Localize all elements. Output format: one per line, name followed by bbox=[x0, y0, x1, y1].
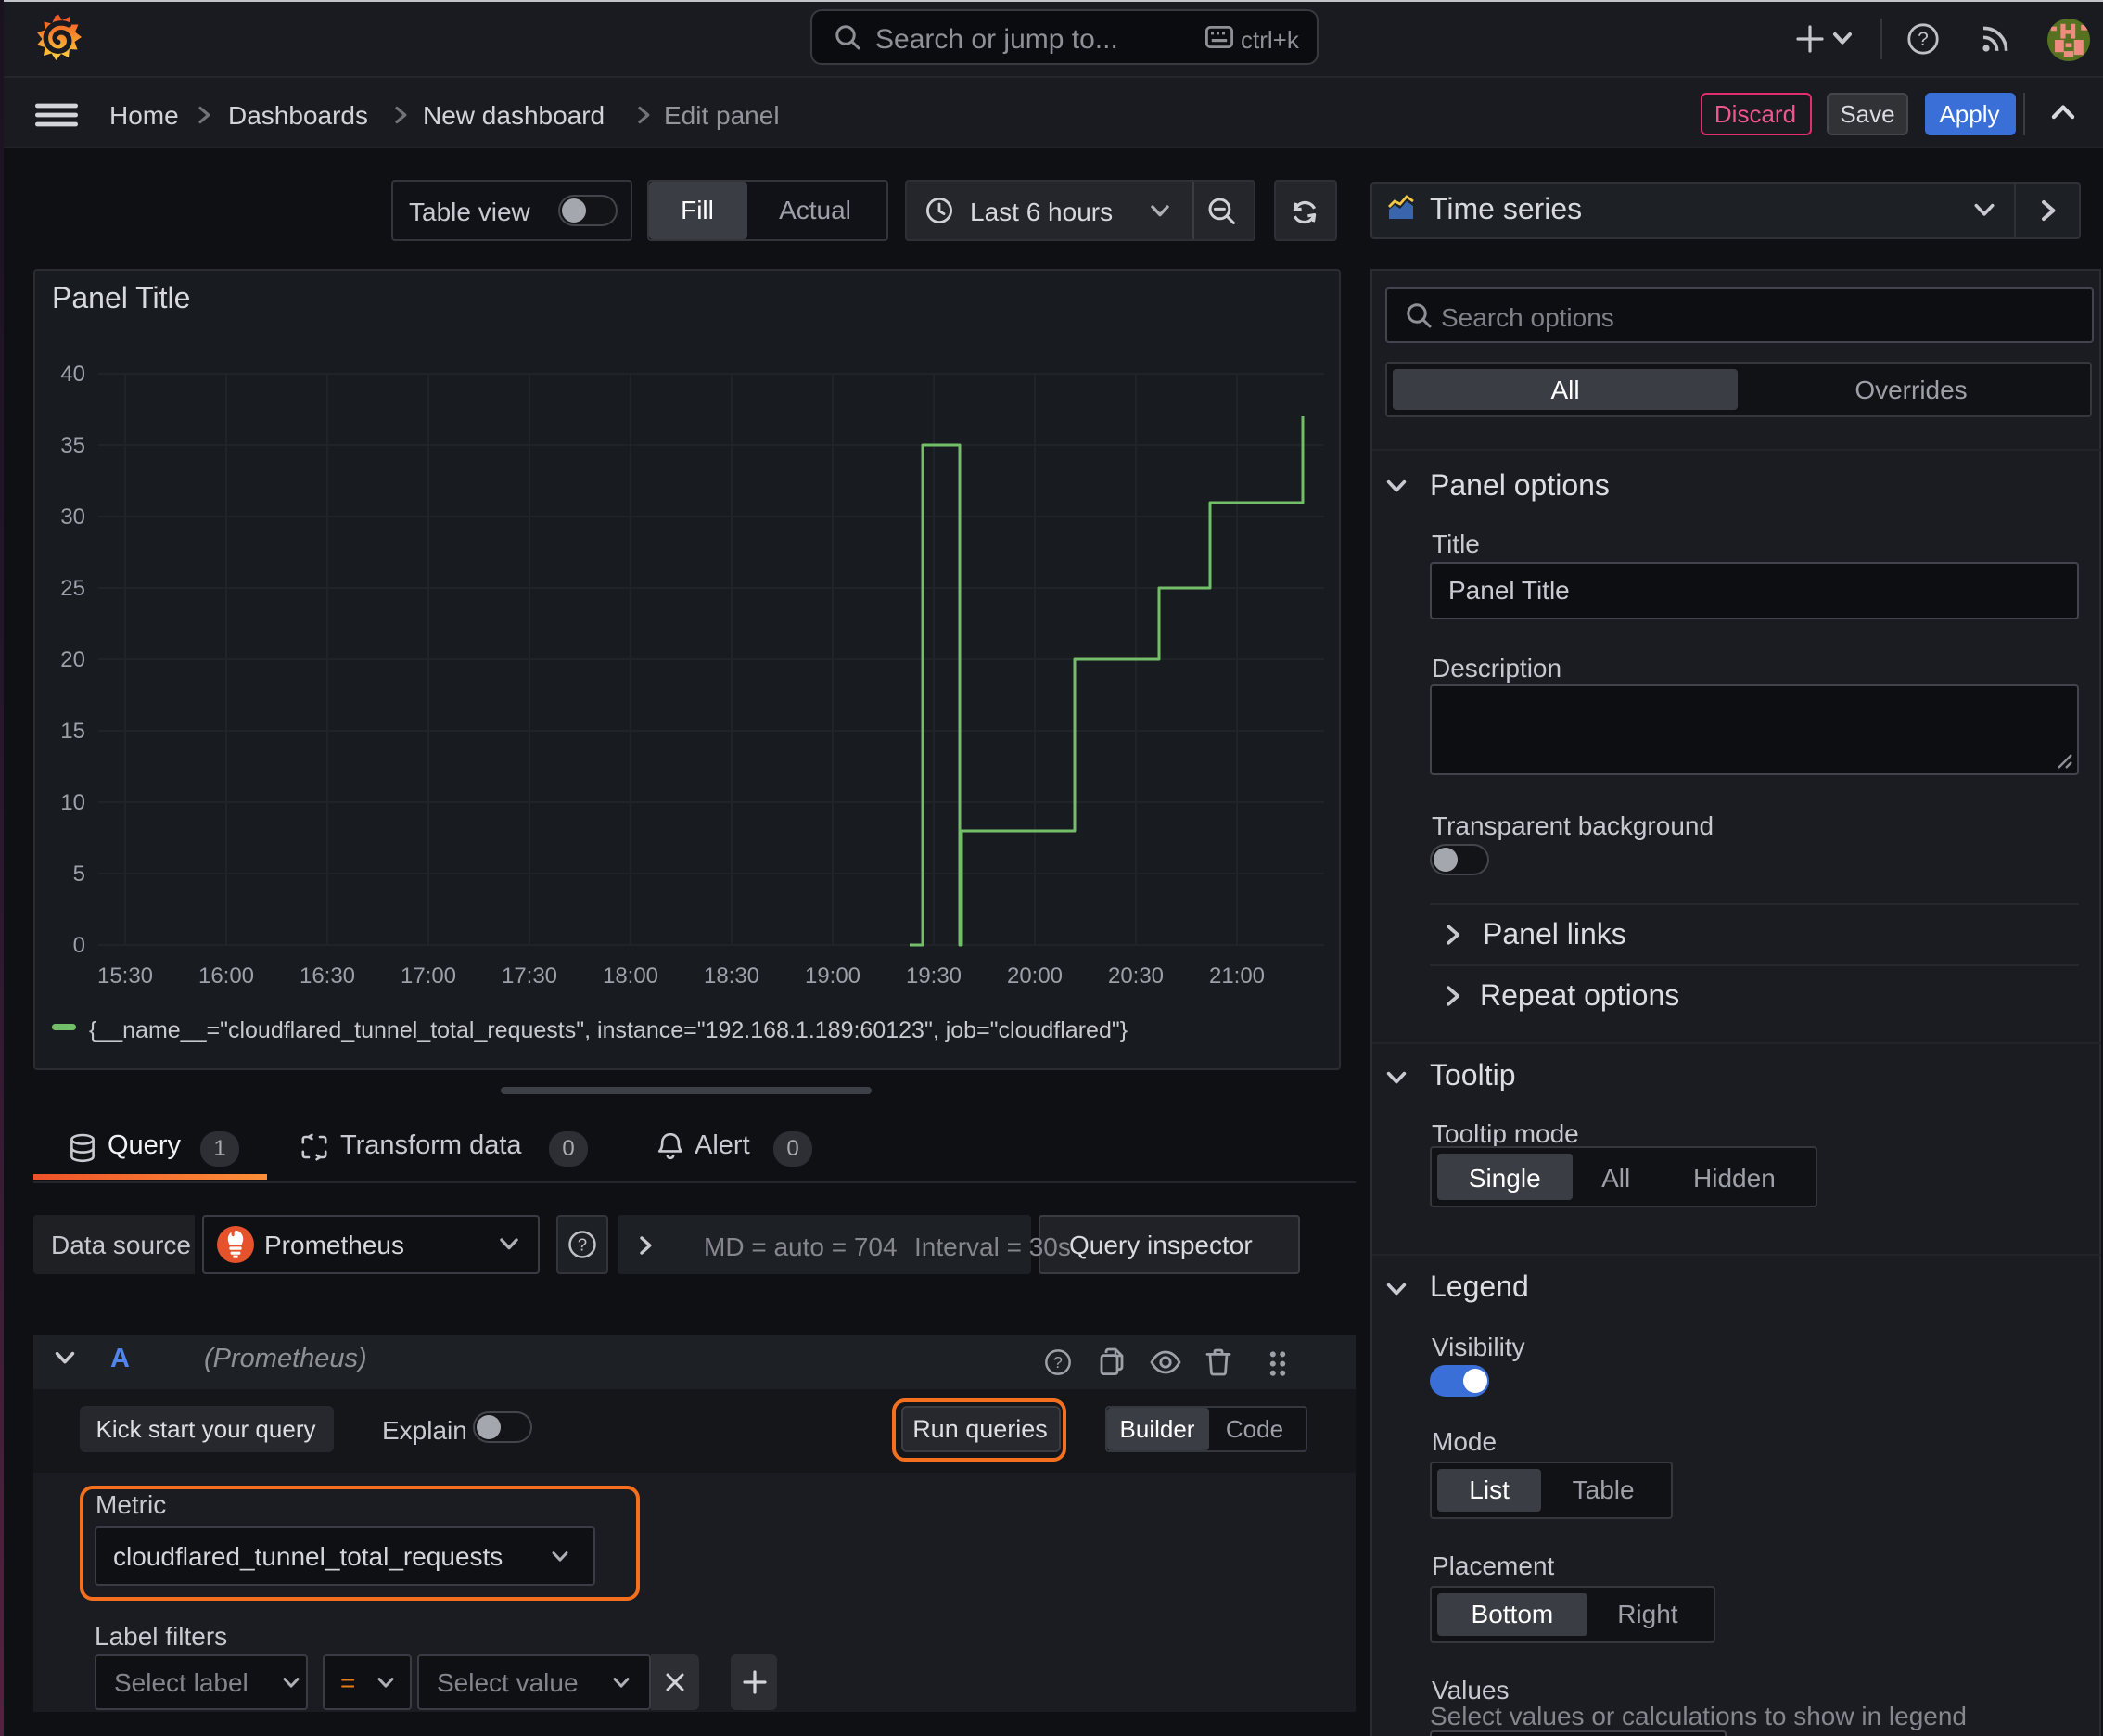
svg-text:?: ? bbox=[1053, 1353, 1063, 1372]
svg-text:16:00: 16:00 bbox=[198, 963, 254, 988]
svg-text:0: 0 bbox=[73, 932, 85, 957]
svg-text:25: 25 bbox=[60, 575, 85, 600]
svg-text:18:00: 18:00 bbox=[603, 963, 658, 988]
svg-text:20:30: 20:30 bbox=[1108, 963, 1164, 988]
svg-text:?: ? bbox=[1918, 29, 1929, 50]
svg-text:10: 10 bbox=[60, 789, 85, 814]
svg-text:35: 35 bbox=[60, 432, 85, 457]
svg-text:19:00: 19:00 bbox=[805, 963, 860, 988]
svg-text:16:30: 16:30 bbox=[300, 963, 355, 988]
svg-text:30: 30 bbox=[60, 504, 85, 529]
svg-text:19:30: 19:30 bbox=[906, 963, 962, 988]
svg-text:15: 15 bbox=[60, 718, 85, 743]
svg-text:21:00: 21:00 bbox=[1209, 963, 1265, 988]
svg-text:20:00: 20:00 bbox=[1007, 963, 1063, 988]
svg-text:18:30: 18:30 bbox=[704, 963, 759, 988]
svg-text:{__name__="cloudflared_tunnel_: {__name__="cloudflared_tunnel_total_requ… bbox=[89, 1016, 1128, 1042]
svg-text:15:30: 15:30 bbox=[97, 963, 153, 988]
svg-text:?: ? bbox=[578, 1234, 587, 1254]
svg-text:5: 5 bbox=[73, 861, 85, 886]
svg-text:17:00: 17:00 bbox=[401, 963, 456, 988]
svg-text:17:30: 17:30 bbox=[502, 963, 557, 988]
svg-text:20: 20 bbox=[60, 646, 85, 671]
svg-text:40: 40 bbox=[60, 361, 85, 386]
